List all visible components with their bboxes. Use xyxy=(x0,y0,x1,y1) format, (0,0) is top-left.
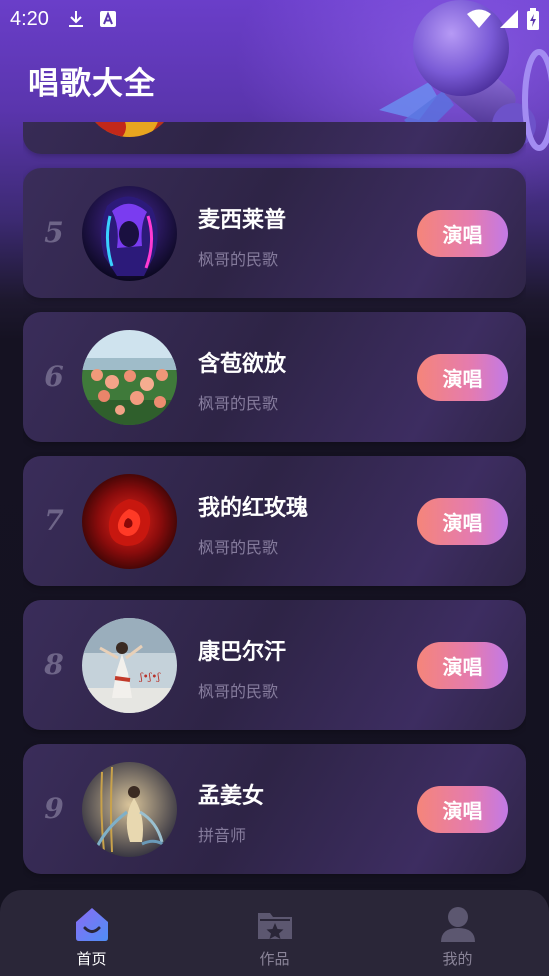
song-rank: 7 xyxy=(44,504,64,537)
song-card-partial[interactable] xyxy=(23,122,526,154)
status-time: 4:20 xyxy=(10,7,49,30)
song-title: 含苞欲放 xyxy=(198,352,287,377)
song-rank: 9 xyxy=(44,792,64,825)
song-card[interactable]: 9 孟姜女 拼音师 演唱 xyxy=(23,744,526,874)
song-title: 麦西莱普 xyxy=(198,208,287,233)
song-rank: 5 xyxy=(44,216,64,249)
nav-works[interactable]: 作品 xyxy=(183,890,366,976)
song-card[interactable]: 6 含苞欲放 枫哥的民歌 演唱 xyxy=(23,312,526,442)
song-card[interactable]: 5 麦西莱普 枫哥的民歌 演唱 xyxy=(23,168,526,298)
sing-button[interactable]: 演唱 xyxy=(417,498,508,545)
bottom-nav: 首页 作品 我的 xyxy=(0,890,549,976)
sing-button[interactable]: 演唱 xyxy=(417,642,508,689)
song-card[interactable]: 7 我的红玫瑰 枫哥的民歌 演唱 xyxy=(23,456,526,586)
song-artist: 枫哥的民歌 xyxy=(198,538,279,557)
song-card[interactable]: 8 ʃ•ʃ•ʃ 康巴尔汗 枫哥的民歌 演唱 xyxy=(23,600,526,730)
signal-icon xyxy=(500,10,518,28)
song-title: 我的红玫瑰 xyxy=(198,496,309,521)
nav-label: 我的 xyxy=(442,950,473,968)
app-title: 唱歌大全 xyxy=(28,66,156,102)
song-rank: 6 xyxy=(44,360,64,393)
neon-portrait-cover xyxy=(82,186,177,281)
home-icon xyxy=(75,908,108,941)
nav-profile[interactable]: 我的 xyxy=(366,890,549,976)
dancer-cover: ʃ•ʃ•ʃ xyxy=(82,618,177,713)
song-artist: 拼音师 xyxy=(198,826,247,845)
song-rank: 8 xyxy=(44,648,64,681)
svg-text:ʃ•ʃ•ʃ: ʃ•ʃ•ʃ xyxy=(139,672,161,683)
rose-garden-cover xyxy=(82,330,177,425)
profile-icon xyxy=(440,907,475,942)
works-folder-icon xyxy=(257,913,292,939)
nav-label: 作品 xyxy=(259,950,290,968)
fairy-painting-cover xyxy=(82,762,177,857)
song-artist: 枫哥的民歌 xyxy=(198,682,279,701)
wifi-icon xyxy=(467,9,491,28)
nav-label: 首页 xyxy=(76,950,107,968)
song-title: 康巴尔汗 xyxy=(198,640,287,665)
status-bar: 4:20 xyxy=(0,0,549,38)
sing-button[interactable]: 演唱 xyxy=(417,354,508,401)
song-artist: 枫哥的民歌 xyxy=(198,394,279,413)
song-title: 孟姜女 xyxy=(198,784,265,809)
sing-button[interactable]: 演唱 xyxy=(417,786,508,833)
a11y-icon xyxy=(99,11,116,27)
sing-button[interactable]: 演唱 xyxy=(417,210,508,257)
download-icon xyxy=(68,11,83,27)
song-artist: 枫哥的民歌 xyxy=(198,250,279,269)
song-list[interactable]: 5 麦西莱普 枫哥的民歌 演唱 6 含苞欲放 枫哥的民歌 演唱 7 我的红玫瑰 … xyxy=(23,122,526,888)
red-rose-cover xyxy=(82,474,177,569)
nav-home[interactable]: 首页 xyxy=(0,890,183,976)
battery-icon xyxy=(527,8,539,30)
song-cover xyxy=(82,122,177,137)
